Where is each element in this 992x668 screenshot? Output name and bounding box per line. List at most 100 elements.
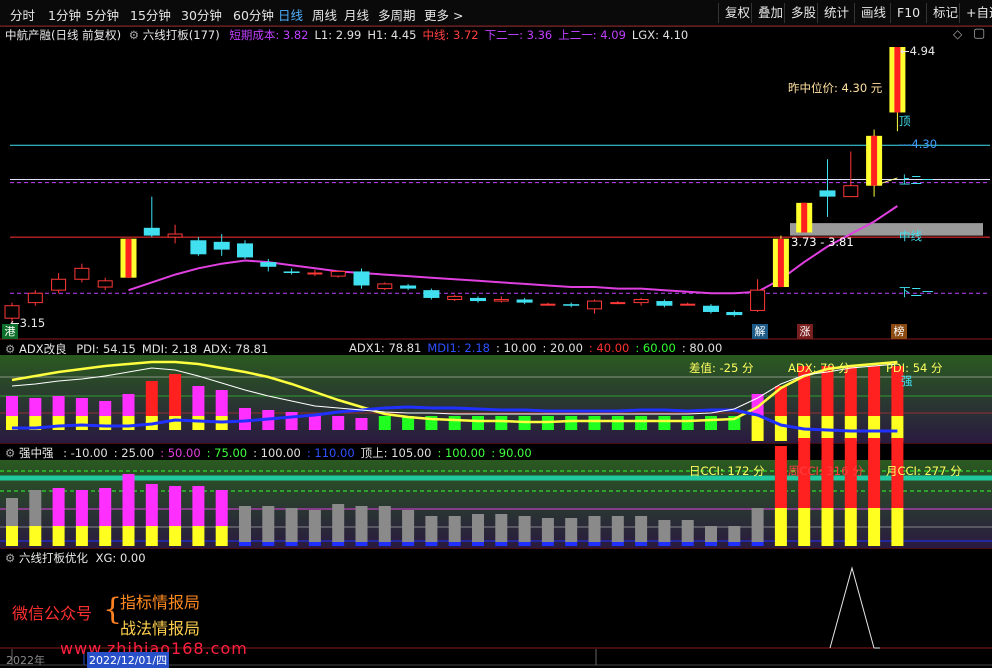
candle-body bbox=[516, 299, 533, 303]
indicator-settings-icon[interactable]: ⚙ bbox=[129, 28, 139, 42]
cci-bar bbox=[588, 516, 601, 542]
cci-bar bbox=[518, 516, 531, 542]
badge-hk[interactable]: 港 bbox=[2, 324, 18, 339]
adx-level: MDI1: 2.18 bbox=[427, 341, 490, 355]
expand-icon[interactable]: ▢ bbox=[973, 26, 985, 41]
cci-bar bbox=[332, 504, 345, 542]
indicator-param: L1: 2.99 bbox=[314, 28, 362, 42]
cci-header: ⚙ 强中强 : -10.00: 25.00: 50.00: 75.00: 100… bbox=[5, 445, 532, 461]
adx-bar bbox=[868, 366, 881, 416]
adx-value: PDI: 54.15 bbox=[76, 342, 136, 356]
candle-body bbox=[540, 303, 556, 306]
cci-bar bbox=[169, 486, 182, 526]
candle-core bbox=[871, 135, 878, 186]
adx-settings-icon[interactable]: ⚙ bbox=[5, 342, 15, 356]
pdi-score-label: PDI: 54 分 bbox=[886, 361, 943, 375]
xg-header: ⚙ 六线打板优化 XG: 0.00 bbox=[5, 550, 146, 566]
candle-body bbox=[633, 299, 649, 304]
collapse-icon[interactable]: ◇ bbox=[953, 27, 962, 41]
cci-bar-base bbox=[215, 526, 228, 546]
badge-ranking[interactable]: 榜 bbox=[891, 324, 907, 339]
cci-bar-base bbox=[6, 526, 18, 546]
indicator-param: 中线: 3.72 bbox=[422, 28, 479, 42]
adx-bar bbox=[308, 415, 321, 430]
adx-name[interactable]: ADX改良 bbox=[19, 342, 67, 356]
badge-unlock[interactable]: 解 bbox=[752, 324, 768, 339]
watermark-wechat: 微信公众号 bbox=[12, 604, 93, 623]
cci-bar-base bbox=[541, 542, 554, 546]
xg-spike bbox=[829, 566, 875, 649]
candle-body bbox=[563, 304, 580, 306]
adx-bar bbox=[215, 390, 228, 416]
indicator-param: 下二一: 3.36 bbox=[484, 28, 553, 42]
week-cci-label: 周CCI: 316 分 bbox=[788, 464, 864, 478]
cci-settings-icon[interactable]: ⚙ bbox=[5, 446, 15, 460]
adx-bar bbox=[6, 396, 18, 416]
candle-core bbox=[125, 238, 132, 278]
adx-level: : 20.00 bbox=[542, 341, 583, 355]
adx-bar-yellow bbox=[192, 416, 205, 430]
main-header: 中航产融(日线 前复权) ⚙ 六线打板(177) 短期成本: 3.82 L1: 2… bbox=[5, 27, 688, 43]
cci-bar-base bbox=[122, 526, 135, 546]
adx-values: PDI: 54.15 MDI: 2.18 ADX: 78.81 bbox=[70, 342, 268, 356]
candle-body bbox=[51, 278, 67, 291]
candle-body bbox=[680, 303, 696, 306]
cci-level: : 100.00 bbox=[437, 446, 486, 460]
cci-bar bbox=[122, 474, 135, 526]
cci-bar bbox=[425, 516, 438, 542]
cci-bar-base bbox=[75, 526, 88, 546]
candle-body bbox=[843, 185, 859, 198]
candle-body bbox=[423, 290, 440, 298]
adx-bar-yellow bbox=[52, 416, 65, 430]
cci-bar bbox=[192, 486, 205, 526]
cci-bar bbox=[308, 510, 321, 542]
adx-bar bbox=[355, 418, 368, 430]
cci-bar-base bbox=[868, 508, 881, 546]
strong-label: 强 bbox=[901, 374, 913, 388]
indicator-name[interactable]: 六线打板(177) bbox=[143, 28, 220, 42]
level-430-label: ---4.30 bbox=[899, 137, 938, 151]
cci-bar bbox=[495, 514, 508, 542]
cci-bar bbox=[285, 508, 298, 542]
adx-level: : 40.00 bbox=[588, 341, 630, 355]
candle-body bbox=[143, 227, 160, 236]
cci-bar-base bbox=[705, 542, 717, 546]
indicator-params: 短期成本: 3.82 L1: 2.99 H1: 4.45 中线: 3.72 下二一: 3… bbox=[223, 28, 688, 42]
adx-bar-yellow bbox=[99, 416, 112, 430]
month-cci-label: 月CCI: 277 分 bbox=[886, 464, 962, 478]
cci-bar-base bbox=[192, 526, 205, 546]
xg-name[interactable]: 六线打板优化 bbox=[19, 551, 88, 565]
badge-limit-up[interactable]: 涨 bbox=[797, 324, 813, 339]
cci-bar-base bbox=[239, 542, 251, 546]
cci-level: : 100.00 bbox=[253, 446, 301, 460]
adx-bar bbox=[145, 381, 158, 416]
range-label: 3.73 - 3.81 bbox=[791, 235, 854, 249]
cci-bar bbox=[728, 526, 741, 542]
cci-bar bbox=[751, 508, 764, 542]
cci-bar-base bbox=[495, 542, 508, 546]
cci-bar bbox=[448, 516, 461, 542]
upper-line-label: 上二一 bbox=[899, 173, 934, 187]
mid-line-label: 中线 bbox=[899, 229, 922, 243]
xg-settings-icon[interactable]: ⚙ bbox=[5, 551, 15, 565]
adx-bar bbox=[635, 416, 648, 430]
cci-level: : 75.00 bbox=[206, 446, 248, 460]
cci-bar-base bbox=[681, 542, 694, 546]
top-line-label: 顶 bbox=[899, 114, 911, 128]
indicator-param: H1: 4.45 bbox=[367, 28, 417, 42]
chart-canvas bbox=[0, 25, 992, 666]
cci-bar-base bbox=[891, 508, 904, 546]
candle-body bbox=[27, 292, 43, 304]
cci-bar bbox=[611, 516, 624, 542]
cci-level: : 25.00 bbox=[113, 446, 155, 460]
cci-bar-base bbox=[448, 542, 461, 546]
cci-name[interactable]: 强中强 bbox=[19, 446, 54, 460]
adx-bar bbox=[192, 386, 205, 416]
cci-bar-base bbox=[565, 542, 578, 546]
candle-body bbox=[190, 240, 207, 255]
candle-core bbox=[777, 238, 784, 288]
cci-bar-base bbox=[29, 526, 42, 546]
adx-bar-yellow bbox=[122, 416, 135, 430]
adx-bar bbox=[169, 374, 182, 416]
adx-bar-yellow bbox=[774, 430, 787, 441]
